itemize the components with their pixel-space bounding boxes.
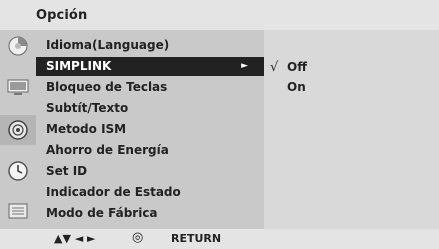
submenu-option-on[interactable]: On [270,77,306,97]
menu-item-label: Ahorro de Energía [46,143,169,157]
menu-item-label: Subtít/Texto [46,101,129,115]
submenu-option-label: Off [287,60,307,74]
menu-item-label: Indicador de Estado [46,185,181,199]
submenu-arrow-icon: ► [241,61,248,71]
menu-item-simplink[interactable]: SIMPLINK ► [36,57,264,76]
category-icon-column [0,30,36,229]
submenu-option-off[interactable]: √ Off [270,57,307,77]
menu-item-label: Bloqueo de Teclas [46,80,168,94]
menu-item-modo-fabrica[interactable]: Modo de Fábrica [36,203,264,224]
simplink-submenu: √ Off On [264,30,439,229]
menu-title: Opción [36,8,88,23]
menu-item-bloqueo[interactable]: Bloqueo de Teclas [36,77,264,98]
option-menu-list: Idioma(Language) SIMPLINK ► Bloqueo de T… [36,30,264,229]
picture-icon[interactable] [5,33,31,59]
menu-item-label: Idioma(Language) [46,38,170,52]
menu-item-label: SIMPLINK [46,59,112,73]
disc-icon[interactable] [0,115,36,145]
menu-header: Opción [0,0,439,30]
clock-icon[interactable] [5,158,31,184]
submenu-option-label: On [287,80,306,94]
tools-icon[interactable] [5,198,31,224]
return-label: RETURN [171,232,222,245]
menu-item-subtitulo[interactable]: Subtít/Texto [36,98,264,119]
menu-item-ahorro[interactable]: Ahorro de Energía [36,140,264,161]
checkmark-icon: √ [270,60,279,75]
menu-item-label: Set ID [46,164,88,178]
menu-item-idioma[interactable]: Idioma(Language) [36,35,264,56]
nav-arrows-icon: ▲▼ ◄ ► [54,232,96,245]
menu-item-label: Metodo ISM [46,122,127,136]
menu-item-set-id[interactable]: Set ID [36,161,264,182]
key-guide-footer: ▲▼ ◄ ► ◎ RETURN [0,229,439,249]
sound-icon[interactable] [5,74,31,100]
menu-item-indicador[interactable]: Indicador de Estado [36,182,264,203]
menu-item-label: Modo de Fábrica [46,206,158,220]
menu-body: Idioma(Language) SIMPLINK ► Bloqueo de T… [0,30,439,229]
menu-item-ism[interactable]: Metodo ISM [36,119,264,140]
ok-button-icon: ◎ [132,230,144,245]
